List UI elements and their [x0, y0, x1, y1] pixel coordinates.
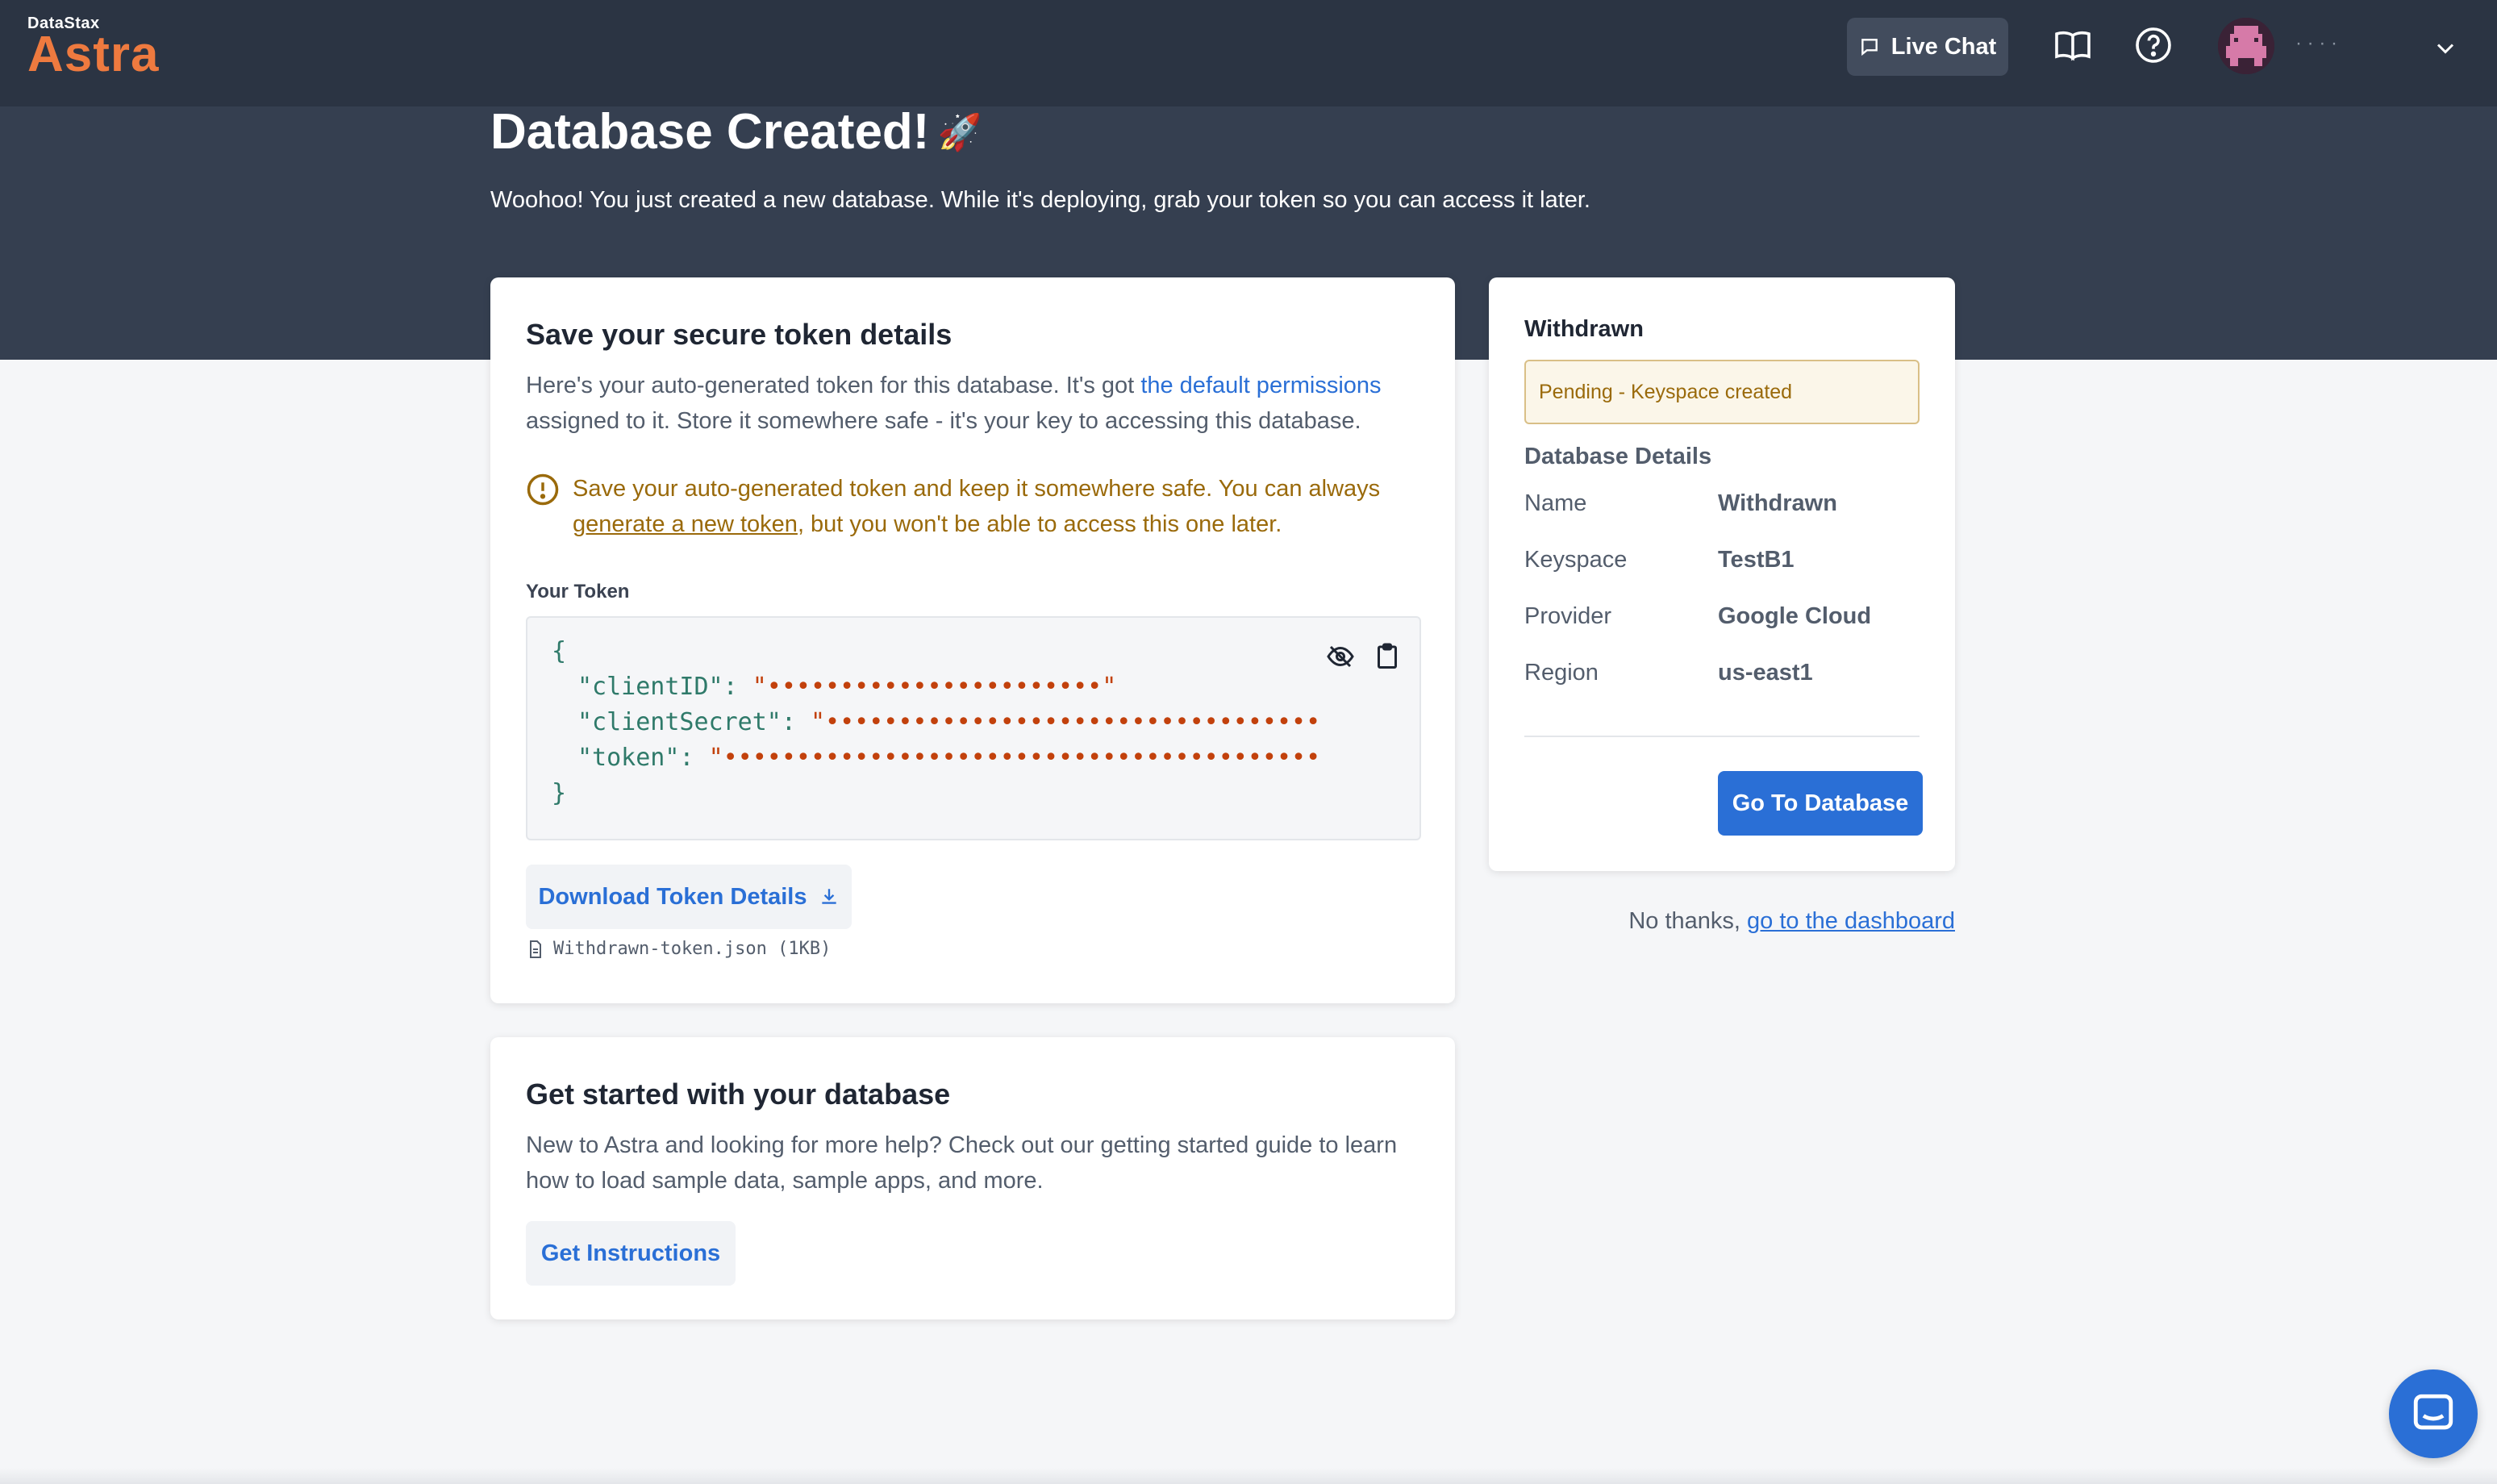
detail-value: us-east1	[1718, 660, 1813, 686]
download-token-label: Download Token Details	[538, 883, 807, 910]
user-avatar[interactable]	[2218, 18, 2274, 74]
page-title-text: Database Created!	[490, 104, 930, 160]
divider	[1524, 736, 1920, 737]
code-client-secret: "clientSecret": "•••••••••••••••••••••••…	[577, 708, 1319, 736]
alert-circle-icon	[527, 473, 559, 506]
token-card-intro: Here's your auto-generated token for thi…	[526, 368, 1429, 439]
clipboard-icon[interactable]	[1373, 642, 1402, 671]
detail-value: Withdrawn	[1718, 490, 1837, 516]
warning-text-start: Save your auto-generated token and keep …	[573, 476, 1381, 502]
warning-text-end: , but you won't be able to access this o…	[797, 511, 1282, 537]
book-icon[interactable]	[2053, 26, 2092, 65]
details-heading: Database Details	[1524, 444, 1712, 469]
download-icon	[821, 889, 836, 904]
database-name: Withdrawn	[1524, 316, 1644, 342]
no-thanks-label: No thanks,	[1628, 908, 1748, 934]
token-value: "•••••••••••••••••••••••••••••••••••••••…	[708, 744, 1319, 772]
token-key: "token":	[577, 744, 709, 772]
client-id-value: "•••••••••••••••••••••••"	[752, 673, 1117, 701]
page-bottom-edge	[0, 1468, 2497, 1484]
detail-value: Google Cloud	[1718, 603, 1872, 629]
get-started-text: New to Astra and looking for more help? …	[526, 1132, 1398, 1194]
detail-label: Region	[1524, 660, 1599, 686]
token-warning: Save your auto-generated token and keep …	[526, 471, 1429, 542]
client-id-key: "clientID":	[577, 673, 752, 701]
default-permissions-link[interactable]: the default permissions	[1140, 373, 1381, 398]
logo-product: Astra	[27, 27, 160, 82]
get-instructions-button[interactable]: Get Instructions	[526, 1221, 736, 1286]
warning-text: Save your auto-generated token and keep …	[573, 471, 1429, 542]
go-to-dashboard-link[interactable]: go to the dashboard	[1747, 908, 1955, 934]
token-label: Your Token	[526, 581, 630, 602]
client-secret-key: "clientSecret":	[577, 708, 811, 736]
database-summary-card: Withdrawn Pending - Keyspace created Dat…	[1489, 277, 1955, 871]
generate-token-link[interactable]: generate a new token	[573, 511, 798, 537]
intro-text-end: assigned to it. Store it somewhere safe …	[526, 408, 1361, 434]
code-close-brace: }	[552, 779, 567, 807]
top-navbar	[0, 0, 2497, 106]
live-chat-button[interactable]: Live Chat	[1847, 18, 2008, 76]
eye-off-icon[interactable]	[1326, 642, 1355, 671]
detail-label: Keyspace	[1524, 547, 1628, 573]
help-icon[interactable]	[2134, 26, 2173, 65]
detail-label: Provider	[1524, 603, 1611, 629]
token-card: Save your secure token details Here's yo…	[490, 277, 1455, 1003]
file-info: Withdrawn-token.json (1KB)	[526, 939, 831, 959]
support-chat-button[interactable]	[2389, 1369, 2478, 1458]
rocket-icon: 🚀	[937, 112, 982, 152]
status-badge: Pending - Keyspace created	[1524, 360, 1920, 424]
file-name: Withdrawn-token.json (1KB)	[553, 939, 832, 959]
code-client-id: "clientID": "•••••••••••••••••••••••"	[577, 673, 1319, 701]
token-code-block[interactable]: { "clientID": "•••••••••••••••••••••••" …	[526, 616, 1421, 840]
chevron-down-icon[interactable]	[2431, 34, 2460, 63]
chat-bubble-icon	[2413, 1394, 2453, 1430]
detail-value: TestB1	[1718, 547, 1795, 573]
get-started-card: Get started with your database New to As…	[490, 1037, 1455, 1319]
chat-icon	[1861, 39, 1878, 56]
download-token-button[interactable]: Download Token Details	[526, 865, 852, 929]
code-token: "token": "••••••••••••••••••••••••••••••…	[577, 744, 1319, 772]
token-card-title: Save your secure token details	[526, 318, 953, 351]
go-to-database-button[interactable]: Go To Database	[1718, 771, 1923, 836]
page-subtitle: Woohoo! You just created a new database.…	[490, 187, 1590, 213]
live-chat-label: Live Chat	[1890, 33, 1997, 60]
user-name: · · · ·	[2295, 32, 2337, 54]
page-title: Database Created! 🚀	[490, 103, 982, 160]
get-started-title: Get started with your database	[526, 1078, 951, 1111]
file-icon	[530, 940, 541, 958]
no-thanks-text: No thanks, go to the dashboard	[1628, 908, 1955, 935]
avatar-image	[2218, 18, 2274, 74]
intro-text: Here's your auto-generated token for thi…	[526, 373, 1141, 398]
client-secret-value: "•••••••••••••••••••••••••••••••••••••••…	[810, 708, 1319, 736]
detail-label: Name	[1524, 490, 1587, 516]
astra-logo[interactable]: DataStax Astra	[27, 15, 160, 82]
code-open-brace: {	[552, 637, 567, 665]
